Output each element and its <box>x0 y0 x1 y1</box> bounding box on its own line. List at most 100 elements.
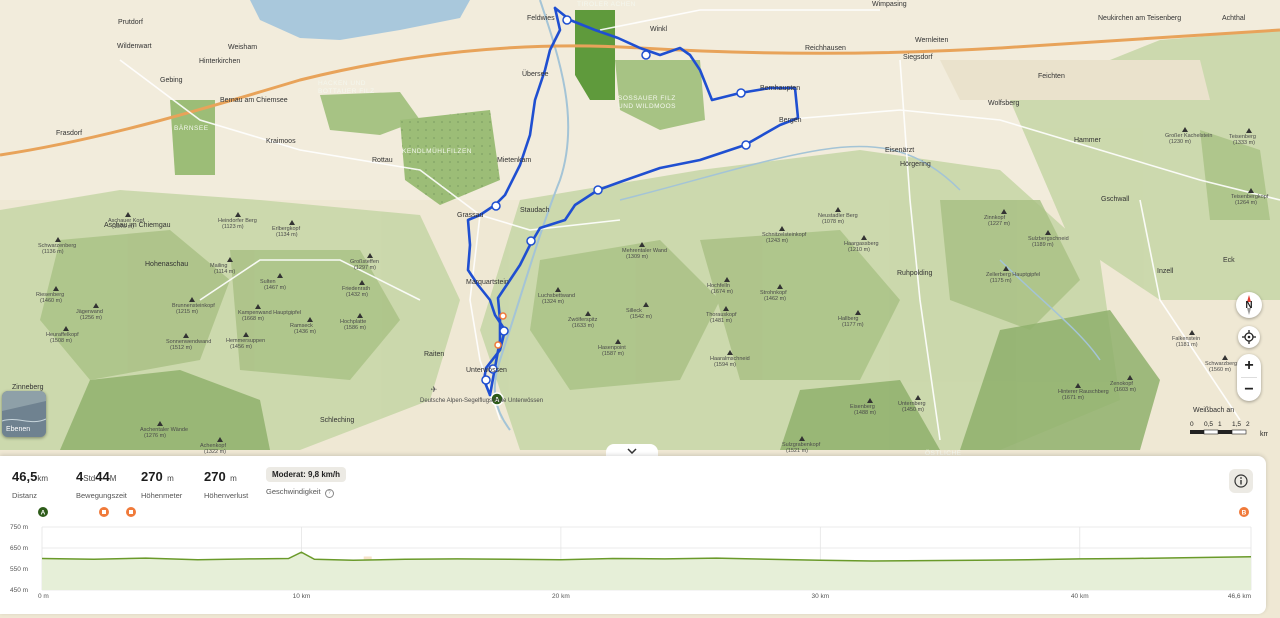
layers-label: Ebenen <box>6 426 31 433</box>
ascent-label: Höhenmeter <box>141 491 183 500</box>
peak-elevation: (1460 m) <box>40 298 62 304</box>
area-label-line2: BOTTAUER FILZ <box>318 88 375 95</box>
locate-button[interactable] <box>1238 326 1260 348</box>
zoom-in-button[interactable]: + <box>1237 354 1261 377</box>
town-label: Hammer <box>1074 137 1102 144</box>
y-tick-label: 550 m <box>10 566 28 573</box>
zoom-out-button[interactable]: − <box>1237 378 1261 401</box>
town-label: Wildenwart <box>117 43 152 50</box>
peak-elevation: (1230 m) <box>1169 139 1191 145</box>
peak-elevation: (1276 m) <box>144 433 166 439</box>
x-tick-label: 30 km <box>811 593 829 600</box>
peak-elevation: (1114 m) <box>214 269 235 275</box>
town-label: Wernleiten <box>915 37 948 44</box>
peak-elevation: (1633 m) <box>572 323 594 329</box>
town-label: Gebing <box>160 77 183 84</box>
info-icon <box>1234 474 1248 488</box>
peak-elevation: (1136 m) <box>42 249 64 255</box>
svg-text:✈: ✈ <box>431 385 438 394</box>
profile-poi-icon[interactable] <box>126 507 136 517</box>
peak-elevation: (1671 m) <box>1062 395 1084 401</box>
town-label: Hinterkirchen <box>199 58 240 65</box>
town-label: Eck <box>1223 257 1235 264</box>
area-label: SOSSAUER FILZ <box>618 95 676 102</box>
scale-tick-label: 2 <box>1246 421 1250 428</box>
peak-elevation: (1521 m) <box>786 448 808 454</box>
svg-text:A: A <box>41 510 46 517</box>
town-label: Siegsdorf <box>903 54 933 61</box>
town-label: Grassau <box>457 212 484 219</box>
profile-poi-icon[interactable] <box>99 507 109 517</box>
info-button[interactable] <box>1229 469 1253 493</box>
peak-elevation: (1181 m) <box>1176 342 1198 348</box>
descent-label: Höhenverlust <box>204 491 249 500</box>
distance-unit: km <box>37 474 48 483</box>
peak-elevation: (1175 m) <box>990 278 1012 284</box>
zoom-controls: + − <box>1237 354 1261 401</box>
layers-button[interactable]: Ebenen <box>2 391 46 437</box>
peak-elevation: (1481 m) <box>710 318 732 324</box>
town-label: Schleching <box>320 417 354 424</box>
help-icon[interactable]: ? <box>324 489 334 498</box>
descent-value: 270 <box>204 469 226 484</box>
town-label: Winkl <box>650 26 668 33</box>
stat-distance: 46,5km Distanz <box>12 468 48 500</box>
town-label: Frasdorf <box>56 130 82 137</box>
town-label: Hohenaschau <box>145 261 188 268</box>
town-label: Weisham <box>228 44 257 51</box>
compass-label: N <box>1245 299 1253 311</box>
peak-elevation: (1450 m) <box>902 407 924 413</box>
area-label-line2: UND WILDMOOS <box>618 103 676 110</box>
peak-elevation: (1587 m) <box>602 351 624 357</box>
y-tick-label: 750 m <box>10 524 28 531</box>
moving-minutes: 44 <box>95 469 110 484</box>
ascent-unit: m <box>167 474 174 483</box>
peak-elevation: (1462 m) <box>764 296 786 302</box>
compass-button[interactable]: N <box>1236 292 1262 318</box>
peak-elevation: (1432 m) <box>346 292 368 298</box>
peak-elevation: (1076 m) <box>112 224 134 230</box>
town-label: Gschwall <box>1101 196 1130 203</box>
peak-elevation: (1467 m) <box>264 285 286 291</box>
peak-elevation: (1668 m) <box>242 316 264 322</box>
stat-descent: 270 m Höhenverlust <box>204 468 248 500</box>
town-label: Kraimoos <box>266 138 296 145</box>
peak-elevation: (1512 m) <box>170 345 192 351</box>
peak-elevation: (1297 m) <box>354 265 376 271</box>
peak-elevation: (1227 m) <box>988 221 1010 227</box>
town-label: Raiten <box>424 351 444 358</box>
peak-elevation: (1674 m) <box>711 289 733 295</box>
scale-tick-label: 0 <box>1190 421 1194 428</box>
peak-elevation: (1134 m) <box>276 232 298 238</box>
peak-elevation: (1456 m) <box>230 344 252 350</box>
moving-hours-unit: Std <box>83 474 96 483</box>
route-stats-panel: 46,5km Distanz 4Std44M Bewegungszeit 270… <box>0 456 1266 614</box>
town-label: Weißbach an <box>1193 407 1234 414</box>
area-label: HACKEN UND <box>318 80 366 87</box>
chevron-down-icon <box>627 448 637 454</box>
town-label: Unterwössen <box>466 367 507 374</box>
area-label: BÄRNSEE <box>174 124 209 132</box>
x-tick-label: 20 km <box>552 593 570 600</box>
peak-elevation: (1603 m) <box>1114 387 1136 393</box>
town-label: Rottau <box>372 157 393 164</box>
scale-bar: 0 0,5 1 1,5 2 km <box>1188 418 1270 440</box>
area-label: TIROLER ACHEN <box>577 1 636 8</box>
x-tick-label: 0 m <box>38 593 49 600</box>
town-label: Übersee <box>522 70 549 78</box>
peak-elevation: (1177 m) <box>842 322 864 328</box>
town-label: Prutdorf <box>118 19 143 26</box>
scale-tick-labels: 0 0,5 1 1,5 2 <box>1190 421 1250 428</box>
x-tick-label: 40 km <box>1071 593 1089 600</box>
town-label: Hörgering <box>900 161 931 168</box>
peak-elevation: (1264 m) <box>1235 200 1257 206</box>
elevation-profile-chart[interactable]: AB 750 m650 m550 m450 m 0 m 10 km 20 km 30 … <box>0 500 1266 614</box>
town-label: Mietenkam <box>497 157 531 164</box>
peak-elevation: (1542 m) <box>630 314 652 320</box>
peak-elevation: (1333 m) <box>1233 140 1255 146</box>
speed-badge[interactable]: Moderat: 9,8 km/h <box>266 467 347 482</box>
distance-value: 46,5 <box>12 469 38 484</box>
town-label: Staudach <box>520 207 550 214</box>
peak-elevation: (1078 m) <box>822 219 844 225</box>
peak-elevation: (1256 m) <box>80 315 102 321</box>
